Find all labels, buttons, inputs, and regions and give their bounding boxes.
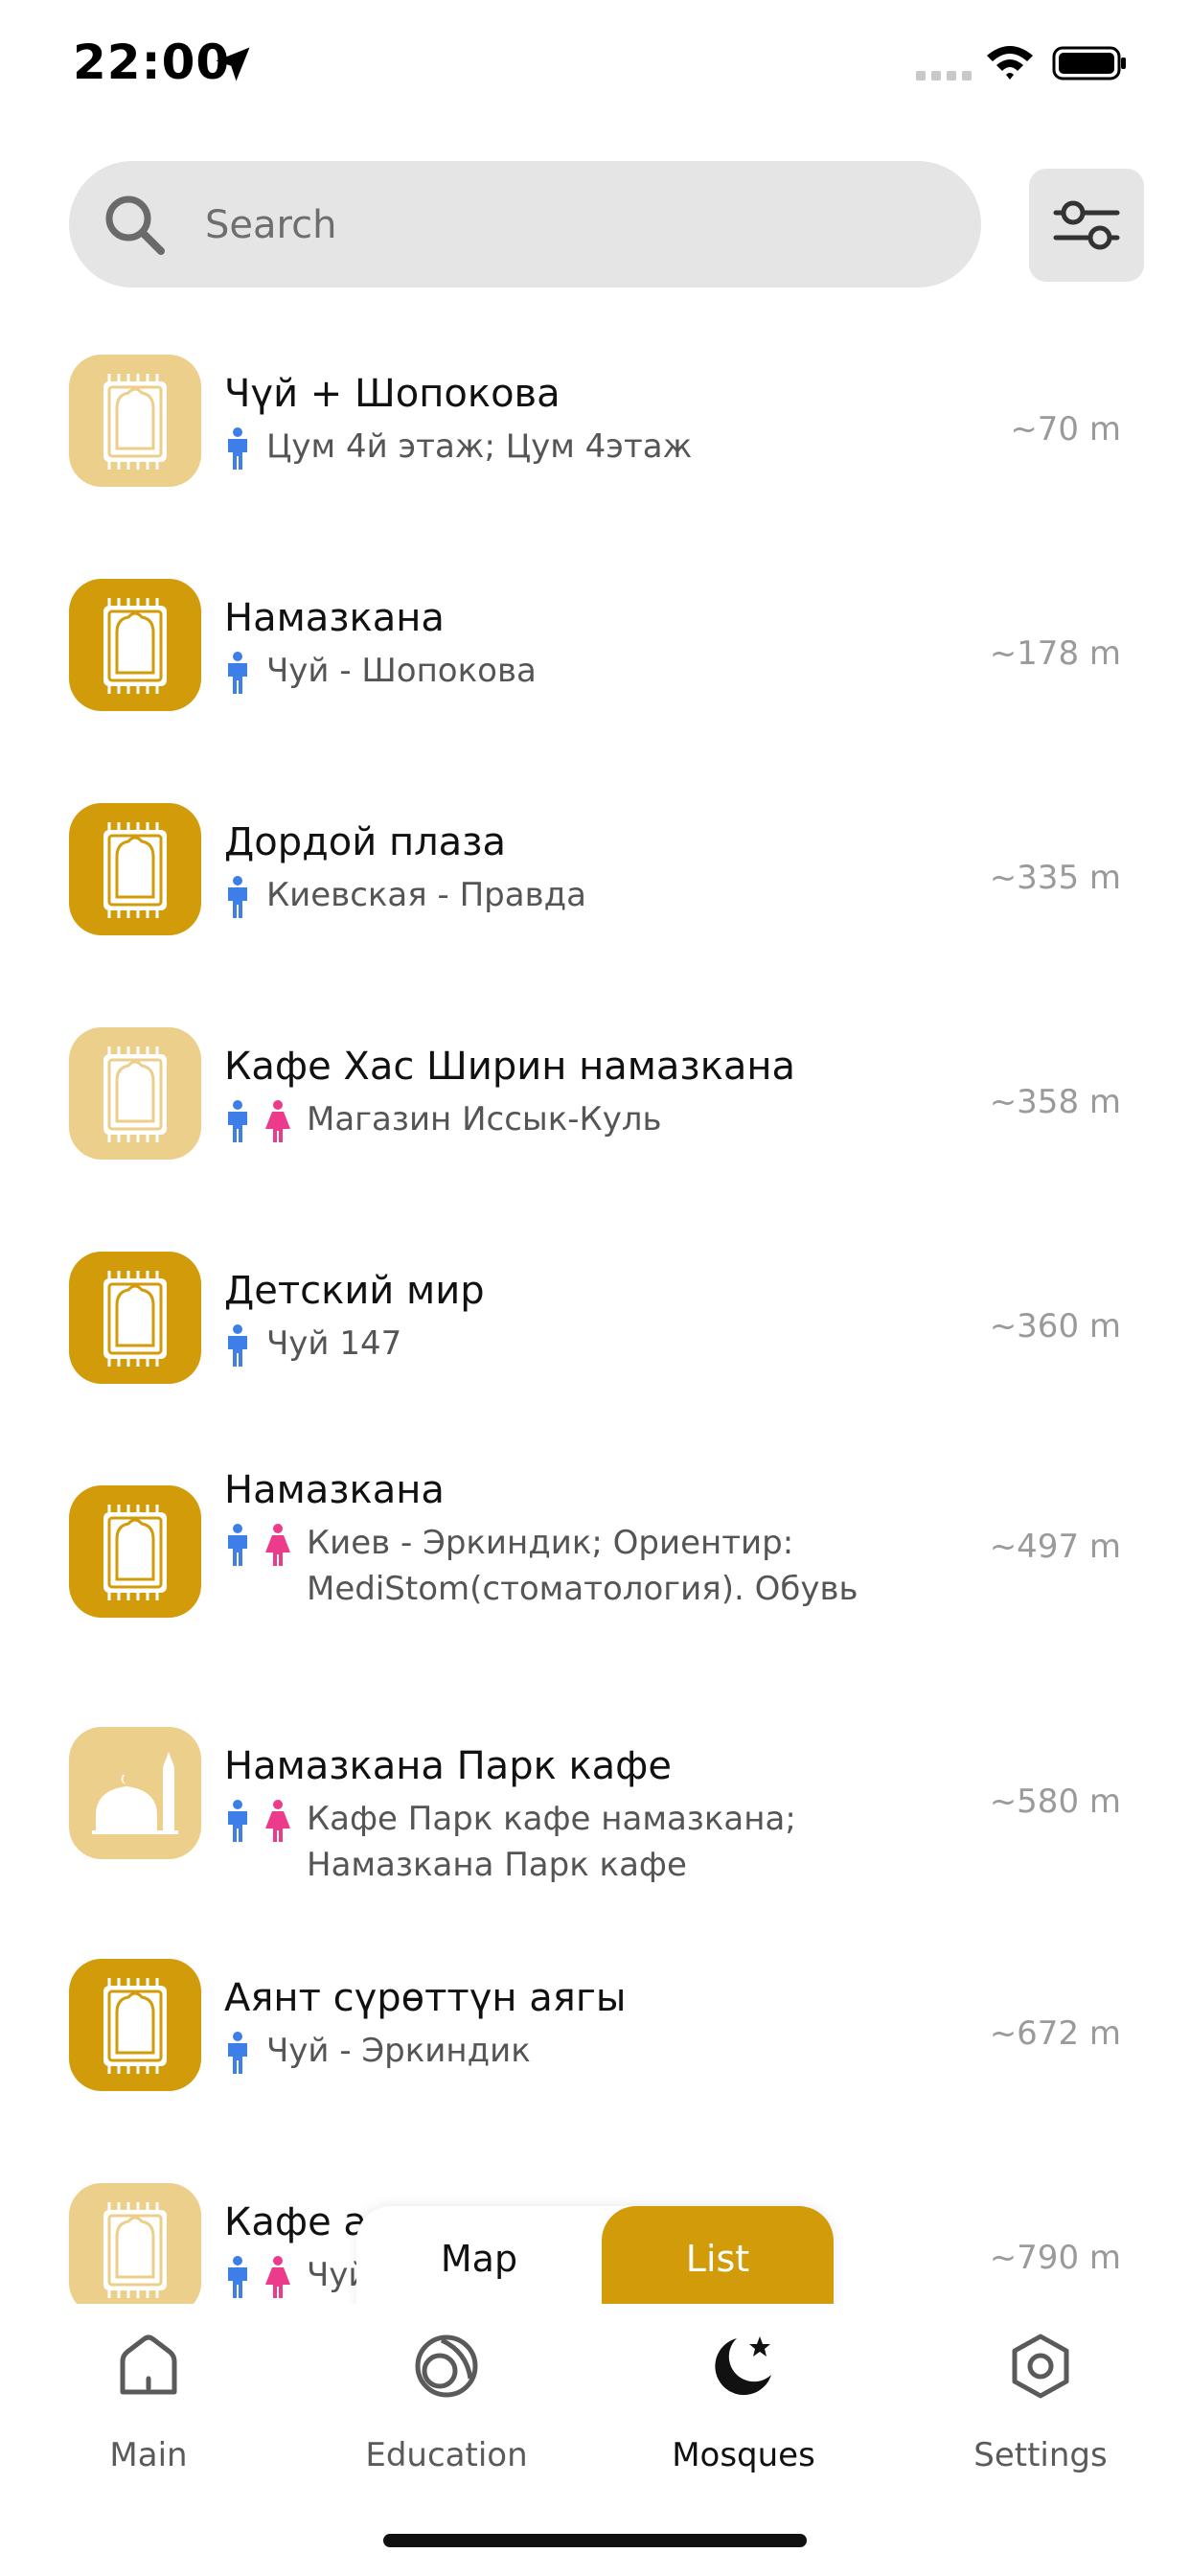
gear-icon <box>1012 2334 1069 2399</box>
place-title: Детский мир <box>224 1269 485 1313</box>
list-item[interactable]: Детский мир Чуй 147 ~360 m <box>0 1252 1190 1453</box>
place-distance: ~360 m <box>989 1307 1121 1346</box>
place-address: Кафе Парк кафе намазкана; Намазкана Парк… <box>307 1800 796 1884</box>
place-distance: ~497 m <box>989 1528 1121 1566</box>
place-distance: ~672 m <box>989 2014 1121 2053</box>
tab-settings[interactable]: Settings <box>892 2333 1189 2496</box>
place-distance: ~790 m <box>989 2239 1121 2277</box>
place-address: Киев - Эркиндик; Ориентир: MediStom(стом… <box>307 1524 858 1608</box>
list-item[interactable]: Аянт сүрөттүн аягы Чуй - Эркиндик ~672 m <box>0 1959 1190 2160</box>
list-item[interactable]: Дордой плаза Киевская - Правда ~335 m <box>0 803 1190 1004</box>
place-distance: ~358 m <box>989 1083 1121 1121</box>
list-item[interactable]: Чүй + Шопокова Цум 4й этаж; Цум 4этаж ~70… <box>0 355 1190 556</box>
men-icon <box>228 1100 247 1142</box>
place-title: Чүй + Шопокова <box>224 372 561 416</box>
place-address: Чуй - Эркиндик <box>266 2032 531 2070</box>
list-item[interactable]: Кафе Хас Ширин намазкана Магазин Иссык-К… <box>0 1027 1190 1229</box>
place-thumbnail <box>69 1485 201 1618</box>
house-icon <box>120 2334 177 2395</box>
tab-education-label: Education <box>365 2436 528 2474</box>
prayer-rug-icon <box>103 822 167 918</box>
place-title: Кафе Хас Ширин намазкана <box>224 1045 796 1089</box>
place-distance: ~335 m <box>989 859 1121 897</box>
prayer-rug-icon <box>103 1046 167 1142</box>
tab-mosques-label: Mosques <box>672 2436 815 2474</box>
place-address: Магазин Иссык-Куль <box>307 1100 662 1138</box>
place-thumbnail <box>69 579 201 711</box>
prayer-rug-icon <box>103 1505 167 1600</box>
place-distance: ~580 m <box>989 1782 1121 1821</box>
place-thumbnail <box>69 2183 201 2315</box>
place-distance: ~178 m <box>989 634 1121 673</box>
prayer-rug-icon <box>103 1978 167 2074</box>
place-thumbnail <box>69 355 201 487</box>
tab-main[interactable]: Main <box>0 2333 297 2496</box>
women-icon <box>265 2256 290 2298</box>
men-icon <box>228 876 247 918</box>
place-thumbnail <box>69 803 201 935</box>
place-thumbnail <box>69 1252 201 1384</box>
place-title: Аянт сүрөттүн аягы <box>224 1976 627 2020</box>
education-icon <box>415 2334 478 2398</box>
women-icon <box>265 1800 290 1842</box>
men-icon <box>228 1524 247 1566</box>
view-toggle: Map List <box>356 2206 834 2312</box>
men-icon <box>228 2256 247 2298</box>
men-icon <box>228 1800 247 1842</box>
list-item[interactable]: Намазкана Чуй - Шопокова ~178 m <box>0 579 1190 780</box>
tab-main-label: Main <box>109 2436 188 2474</box>
place-title: Намазкана <box>224 596 445 640</box>
place-thumbnail <box>69 1959 201 2091</box>
place-address: Чуй - Шопокова <box>266 652 537 690</box>
men-icon <box>228 427 247 470</box>
prayer-rug-icon <box>103 1271 167 1367</box>
toggle-list-button[interactable]: List <box>602 2206 834 2312</box>
home-indicator <box>383 2534 807 2547</box>
men-icon <box>228 652 247 694</box>
place-thumbnail <box>69 1727 201 1859</box>
women-icon <box>265 1100 290 1142</box>
place-title: Намазкана Парк кафе <box>224 1744 672 1788</box>
place-title: Кафе а <box>224 2200 367 2244</box>
mosque-icon <box>92 1752 178 1834</box>
place-address: Чуй 147 <box>266 1324 402 1363</box>
tab-mosques[interactable]: Mosques <box>595 2333 892 2496</box>
list-item[interactable]: Намазкана Киев - Эркиндик; Ориентир: Med… <box>0 1468 1190 1687</box>
place-address: Киевская - Правда <box>266 876 586 914</box>
prayer-rug-icon <box>103 2202 167 2298</box>
place-address: Цум 4й этаж; Цум 4этаж <box>266 427 693 466</box>
place-title: Дордой плаза <box>224 820 506 864</box>
tab-education[interactable]: Education <box>298 2333 595 2496</box>
women-icon <box>265 1524 290 1566</box>
toggle-map-button[interactable]: Map <box>356 2206 602 2312</box>
place-distance: ~70 m <box>1010 410 1121 448</box>
men-icon <box>228 2032 247 2074</box>
tab-settings-label: Settings <box>973 2436 1108 2474</box>
list-item[interactable]: Намазкана Парк кафе Кафе Парк кафе намаз… <box>0 1727 1190 1928</box>
men-icon <box>228 1324 247 1367</box>
place-thumbnail <box>69 1027 201 1160</box>
prayer-rug-icon <box>103 374 167 470</box>
places-list: Чүй + Шопокова Цум 4й этаж; Цум 4этаж ~70… <box>0 0 1190 2315</box>
place-title: Намазкана <box>224 1468 445 1512</box>
moon-star-icon <box>715 2336 771 2396</box>
prayer-rug-icon <box>103 598 167 694</box>
